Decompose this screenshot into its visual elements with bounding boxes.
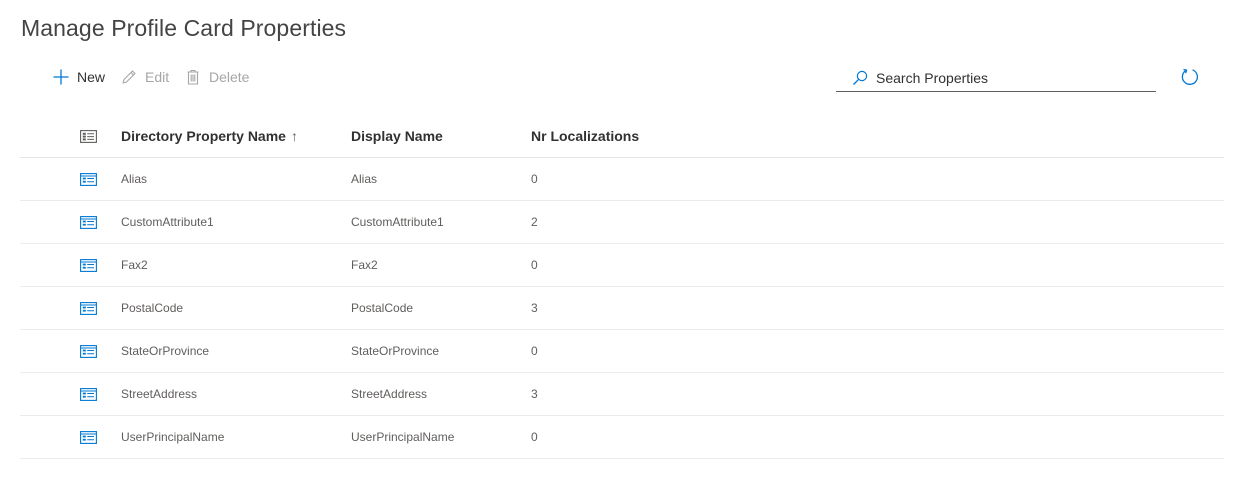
property-card-icon <box>80 215 97 229</box>
pencil-icon <box>120 68 138 86</box>
property-card-icon <box>80 172 97 186</box>
cell-directory-property-name: Alias <box>121 172 148 186</box>
table-row[interactable]: UserPrincipalName UserPrincipalName 0 <box>20 416 1224 459</box>
column-header-label: Display Name <box>351 128 443 144</box>
row-icon-cell <box>20 258 121 272</box>
column-header-label: Directory Property Name <box>121 128 286 144</box>
sort-ascending-icon: ↑ <box>290 128 298 144</box>
properties-table: Directory Property Name ↑ Display Name Nr… <box>20 115 1224 459</box>
column-header-label: Nr Localizations <box>531 128 640 144</box>
row-icon-cell <box>20 387 121 401</box>
cell-display-name: UserPrincipalName <box>351 430 455 444</box>
cell-directory-property-name: StateOrProvince <box>121 344 210 358</box>
search-icon <box>852 70 868 86</box>
property-card-icon <box>80 344 97 358</box>
refresh-button[interactable] <box>1180 67 1200 87</box>
search-input[interactable] <box>876 69 1136 86</box>
delete-button[interactable]: Delete <box>184 66 249 88</box>
cell-directory-property-name: StreetAddress <box>121 387 198 401</box>
row-icon-cell <box>20 215 121 229</box>
cell-directory-property-name: UserPrincipalName <box>121 430 225 444</box>
cell-nr-localizations: 3 <box>531 301 538 315</box>
new-button[interactable]: New <box>52 66 105 88</box>
cell-display-name: Alias <box>351 172 378 186</box>
table-row[interactable]: StateOrProvince StateOrProvince 0 <box>20 330 1224 373</box>
cell-directory-property-name: CustomAttribute1 <box>121 215 214 229</box>
select-all-cell[interactable] <box>20 129 121 143</box>
cell-nr-localizations: 0 <box>531 258 538 272</box>
row-icon-cell <box>20 344 121 358</box>
column-header-nr-localizations[interactable]: Nr Localizations <box>531 128 731 144</box>
table-header: Directory Property Name ↑ Display Name Nr… <box>20 115 1224 158</box>
table-body: Alias Alias 0 CustomAttribute1 CustomAtt… <box>20 158 1224 459</box>
table-row[interactable]: CustomAttribute1 CustomAttribute1 2 <box>20 201 1224 244</box>
cell-nr-localizations: 0 <box>531 344 538 358</box>
cell-directory-property-name: Fax2 <box>121 258 148 272</box>
cell-nr-localizations: 3 <box>531 387 538 401</box>
table-row[interactable]: StreetAddress StreetAddress 3 <box>20 373 1224 416</box>
table-row[interactable]: Fax2 Fax2 0 <box>20 244 1224 287</box>
plus-icon <box>52 68 70 86</box>
list-icon <box>80 129 97 143</box>
new-button-label: New <box>77 69 106 85</box>
trash-icon <box>184 68 202 86</box>
cell-display-name: PostalCode <box>351 301 414 315</box>
row-icon-cell <box>20 301 121 315</box>
search-box[interactable] <box>836 64 1156 92</box>
cell-nr-localizations: 0 <box>531 172 538 186</box>
refresh-icon <box>1180 67 1200 87</box>
cell-directory-property-name: PostalCode <box>121 301 184 315</box>
cell-display-name: Fax2 <box>351 258 378 272</box>
delete-button-label: Delete <box>209 69 250 85</box>
cell-nr-localizations: 2 <box>531 215 538 229</box>
edit-button[interactable]: Edit <box>120 66 169 88</box>
property-card-icon <box>80 258 97 272</box>
cell-display-name: StreetAddress <box>351 387 428 401</box>
page-title: Manage Profile Card Properties <box>21 15 347 41</box>
column-header-directory-property-name[interactable]: Directory Property Name ↑ <box>121 128 351 144</box>
page: Manage Profile Card Properties New Edit … <box>0 0 1239 499</box>
column-header-display-name[interactable]: Display Name <box>351 128 531 144</box>
row-icon-cell <box>20 430 121 444</box>
property-card-icon <box>80 430 97 444</box>
table-row[interactable]: Alias Alias 0 <box>20 158 1224 201</box>
property-card-icon <box>80 387 97 401</box>
cell-nr-localizations: 0 <box>531 430 538 444</box>
property-card-icon <box>80 301 97 315</box>
cell-display-name: StateOrProvince <box>351 344 440 358</box>
edit-button-label: Edit <box>145 69 170 85</box>
table-row[interactable]: PostalCode PostalCode 3 <box>20 287 1224 330</box>
cell-display-name: CustomAttribute1 <box>351 215 444 229</box>
row-icon-cell <box>20 172 121 186</box>
